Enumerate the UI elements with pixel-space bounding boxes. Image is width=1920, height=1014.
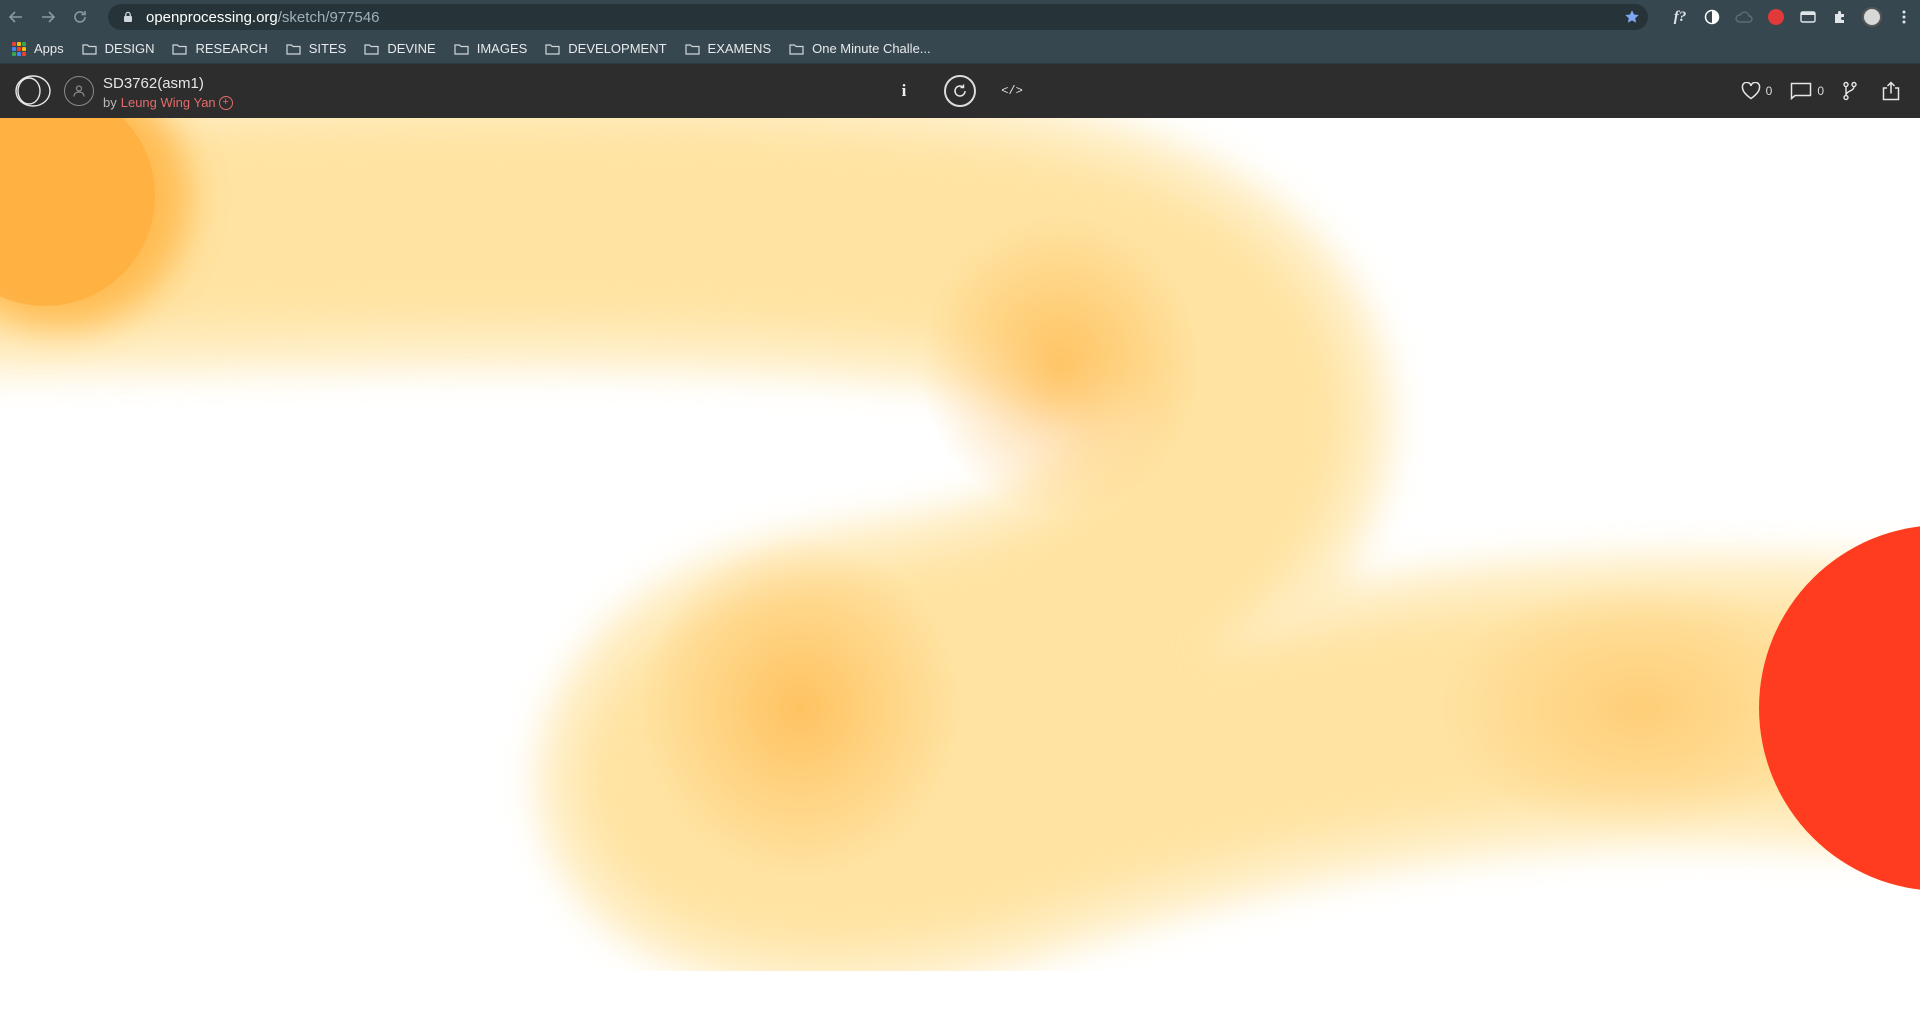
share-button[interactable] [1881,81,1906,101]
reload-button[interactable] [64,0,96,34]
folder-icon [789,43,804,55]
sketch-byline: by Leung Wing Yan + [103,95,233,110]
bookmark-folder-devine[interactable]: DEVINE [364,41,436,56]
window-icon[interactable] [1792,0,1824,34]
share-icon [1882,81,1900,101]
sketch-title: SD3762(asm1) [103,75,204,92]
comment-icon [1791,82,1812,100]
url-host: openprocessing.org [146,8,278,26]
profile-avatar[interactable] [1856,0,1888,34]
bookmark-folder-examens[interactable]: EXAMENS [684,41,772,56]
sketch-drawing [0,118,1920,992]
bookmark-star-icon[interactable] [1624,9,1640,25]
folder-icon [364,43,379,55]
bookmark-label: EXAMENS [707,41,772,56]
bookmark-label: RESEARCH [195,41,268,56]
bookmark-folder-research[interactable]: RESEARCH [172,41,268,56]
bookmark-label: One Minute Challe... [812,41,931,56]
folder-icon [684,43,700,55]
red-ext-icon[interactable] [1760,0,1792,34]
arrow-left-icon [8,11,22,23]
openprocessing-logo[interactable] [14,74,52,108]
bookmark-label: IMAGES [476,41,528,56]
extension-tray: f? [1664,0,1920,34]
bookmark-folder-development[interactable]: DEVELOPMENT [545,41,667,56]
reload-icon [74,11,86,23]
bookmark-label: SITES [308,41,347,56]
fork-button[interactable] [1842,81,1863,101]
bend-core-lower [640,538,960,878]
sketch-toolbar: SD3762(asm1) by Leung Wing Yan + i </> 0… [0,64,1920,118]
like-button[interactable]: 0 [1741,82,1773,100]
bookmarks-bar: Apps DESIGN RESEARCH SITES DEVINE IMAGES… [0,34,1920,64]
kebab-menu-icon[interactable] [1888,0,1920,34]
folder-icon [82,43,97,55]
user-avatar-button[interactable] [64,76,94,106]
bend-core-upper [920,216,1200,516]
font-ext-icon[interactable]: f? [1664,0,1696,34]
lock-icon [124,11,132,22]
folder-icon [454,43,469,55]
bookmark-label: Apps [34,41,64,56]
heart-icon [1741,82,1760,100]
user-icon [73,85,85,97]
cloud-icon[interactable] [1728,0,1760,34]
by-label: by [103,95,117,110]
puzzle-icon[interactable] [1824,0,1856,34]
follow-plus-icon[interactable]: + [218,95,233,110]
forward-button[interactable] [32,0,64,34]
restart-icon [954,84,966,97]
address-bar[interactable]: openprocessing.org/sketch/977546 [108,4,1648,30]
restart-button[interactable] [944,75,976,107]
bookmark-folder-sites[interactable]: SITES [286,41,347,56]
fork-icon [1843,81,1857,101]
bookmark-label: DEVINE [387,41,436,56]
folder-icon [545,43,560,55]
like-count: 0 [1765,84,1773,98]
bookmark-folder-design[interactable]: DESIGN [82,41,155,56]
bookmark-apps[interactable]: Apps [12,41,64,56]
author-link[interactable]: Leung Wing Yan [121,95,216,110]
bookmark-label: DESIGN [104,41,155,56]
back-button[interactable] [0,0,32,34]
comment-count: 0 [1817,84,1824,98]
bookmark-folder-one-minute[interactable]: One Minute Challe... [789,41,931,56]
folder-icon [172,43,188,55]
bookmark-folder-images[interactable]: IMAGES [454,41,528,56]
info-button[interactable]: i [886,81,922,101]
folder-icon [286,43,301,55]
comment-button[interactable]: 0 [1790,82,1824,100]
code-button[interactable]: </> [994,84,1030,98]
sketch-controls: i </> [886,64,1030,118]
browser-toolbar: openprocessing.org/sketch/977546 f? [0,0,1920,34]
sketch-actions: 0 0 [1741,64,1920,118]
arrow-right-icon [42,11,56,23]
bookmark-label: DEVELOPMENT [568,41,667,56]
sketch-canvas[interactable] [0,118,1920,1014]
apps-grid-icon [12,41,26,56]
contrast-icon[interactable] [1696,0,1728,34]
url-path: /sketch/977546 [277,8,380,26]
